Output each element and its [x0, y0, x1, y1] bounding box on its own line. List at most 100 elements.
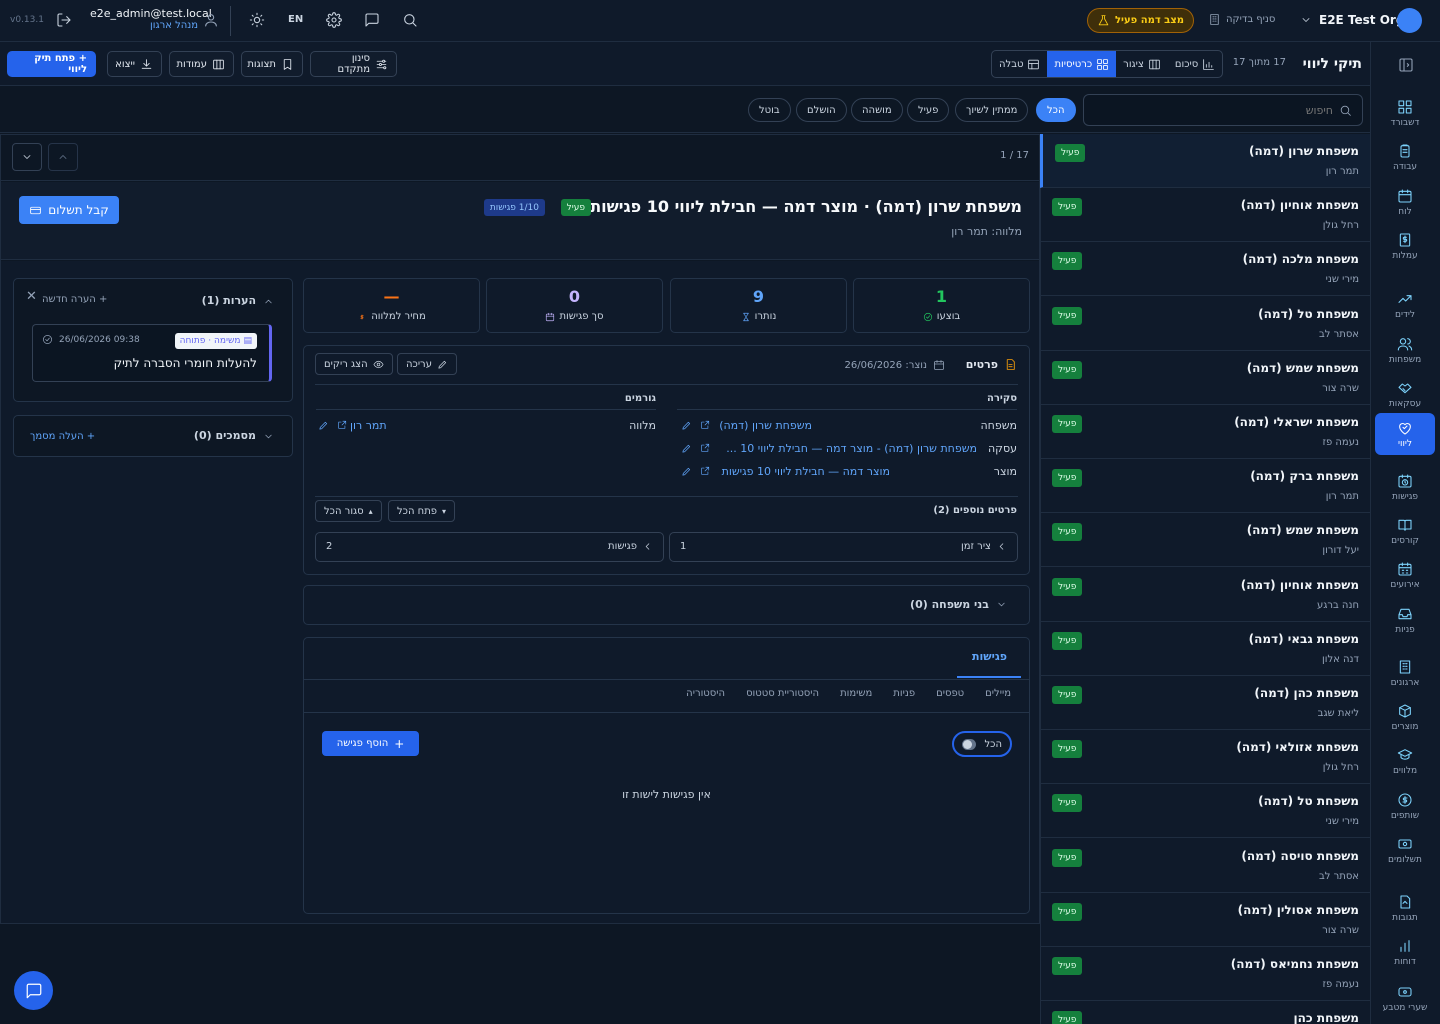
org-name[interactable]: E2E Test Org [1319, 13, 1404, 27]
list-item[interactable]: משפחת אוחיון (דמה) רחל גולן פעיל [1040, 188, 1370, 243]
meetings-subtab[interactable]: מיילים [985, 688, 1011, 699]
meetings-accordion[interactable]: פגישות 2 [315, 532, 664, 562]
meetings-tab-heading[interactable]: פגישות [972, 650, 1007, 663]
sidebar-item-2[interactable]: לוח [1375, 181, 1435, 223]
collapse-sidebar-icon[interactable] [1398, 57, 1414, 73]
sidebar-item-19[interactable]: שערי מטבע [1375, 977, 1435, 1019]
mentor-link[interactable]: תמר רון [350, 419, 387, 432]
sidebar-item-9[interactable]: קורסים [1375, 510, 1435, 552]
meetings-subtab[interactable]: טפסים [936, 688, 964, 699]
filter-pill-completed[interactable]: הושלם [796, 98, 847, 122]
sidebar-item-10[interactable]: אירועים [1375, 554, 1435, 596]
sidebar-item-11[interactable]: פניות [1375, 599, 1435, 641]
sidebar-item-0[interactable]: דשבורד [1375, 92, 1435, 134]
branch-selector[interactable]: סניף בדיקה [1208, 13, 1275, 26]
meetings-subtab[interactable]: משימות [840, 688, 872, 699]
list-item[interactable]: משפחת ברק (דמה) תמר רון פעיל [1040, 459, 1370, 514]
list-item[interactable]: משפחת ישראלי (דמה) נעמה פז פעיל [1040, 405, 1370, 459]
meetings-subtab[interactable]: היסטוריית סטטוס [746, 688, 819, 699]
next-record-button[interactable] [12, 143, 42, 171]
list-item[interactable]: משפחת טל (דמה) אסתר לב פעיל [1040, 297, 1370, 351]
close-icon[interactable]: ✕ [26, 289, 37, 304]
pencil-icon[interactable] [318, 420, 329, 431]
list-item[interactable]: משפחת שמש (דמה) שרה צור פעיל [1040, 351, 1370, 405]
view-tab-board[interactable]: ציגור [1116, 51, 1168, 77]
timeline-accordion[interactable]: ציר זמן 1 [669, 532, 1018, 562]
logout-icon[interactable] [56, 12, 72, 28]
chevron-down-icon[interactable] [263, 431, 274, 442]
advanced-filter-button[interactable]: סינון מתקדם [310, 51, 397, 77]
search-icon[interactable] [402, 12, 418, 28]
list-item[interactable]: משפחת אסולין (דמה) שרה צור פעיל [1040, 893, 1370, 947]
filter-pill-cancelled[interactable]: בוטל [748, 98, 791, 122]
search-input[interactable] [1094, 103, 1333, 117]
list-item[interactable]: משפחת כהן (דמה) ליאת שגב פעיל [1040, 676, 1370, 730]
view-tab-table[interactable]: טבלה [992, 51, 1047, 77]
sidebar-item-15[interactable]: שותפים [1375, 785, 1435, 827]
gear-icon[interactable] [326, 12, 342, 28]
sidebar-item-3[interactable]: עמלות [1375, 225, 1435, 267]
upload-document-button[interactable]: + העלה מסמך [30, 431, 95, 442]
filter-pill-paused[interactable]: מושהה [851, 98, 903, 122]
list-item[interactable]: משפחת אזולאי (דמה) רחל גולן פעיל [1040, 730, 1370, 785]
receive-payment-button[interactable]: קבל תשלום [19, 196, 119, 224]
sidebar-item-12[interactable]: ארגונים [1375, 652, 1435, 694]
export-button[interactable]: ייצוא [107, 51, 162, 77]
list-item[interactable]: משפחת כהן פעיל [1040, 1001, 1370, 1024]
list-item[interactable]: משפחת טל (דמה) מירי שני פעיל [1040, 784, 1370, 839]
external-link-icon[interactable] [700, 443, 710, 453]
pencil-icon[interactable] [681, 466, 692, 477]
demo-mode-badge[interactable]: מצב דמה פעיל [1087, 8, 1195, 33]
sidebar-item-14[interactable]: מלווים [1375, 740, 1435, 782]
collapse-all-button[interactable]: ▴ סגור הכל [315, 500, 382, 522]
pencil-icon[interactable] [681, 443, 692, 454]
expand-all-button[interactable]: ▾ פתח הכל [388, 500, 456, 522]
new-note-button[interactable]: + הערה חדשה [42, 294, 107, 305]
columns-button[interactable]: עמודות [169, 51, 234, 77]
sidebar-item-18[interactable]: דוחות [1375, 931, 1435, 973]
language-toggle[interactable]: EN [288, 14, 303, 25]
list-item[interactable]: משפחת גבאי (דמה) דנה אלון פעיל [1040, 622, 1370, 676]
list-item[interactable]: משפחת נחמיאס (דמה) נעמה פז פעיל [1040, 947, 1370, 1001]
list-item[interactable]: משפחת מלכה (דמה) מירי שני פעיל [1040, 242, 1370, 297]
meetings-subtab[interactable]: פניות [893, 688, 915, 699]
sidebar-item-4[interactable]: לידים [1375, 284, 1435, 326]
sidebar-item-17[interactable]: תגובות [1375, 887, 1435, 929]
list-item[interactable]: משפחת שמש (דמה) יעל דורון פעיל [1040, 513, 1370, 568]
saved-views-button[interactable]: תצוגות [241, 51, 303, 77]
list-item[interactable]: משפחת שרון (דמה) תמר רון פעיל [1040, 134, 1370, 188]
deal-link[interactable]: משפחת שרון (דמה) - מוצר דמה — חבילת ליוו… [726, 442, 977, 455]
sidebar-item-8[interactable]: פגישות [1375, 466, 1435, 508]
note-item[interactable]: ▤ משימה · פתוחה 09:38 26/06/2026 להעלות … [32, 324, 272, 382]
filter-pill-pending[interactable]: ממתין לשיוך [955, 98, 1029, 122]
user-info[interactable]: e2e_admin@test.local מנהל ארגון [90, 7, 212, 31]
org-avatar[interactable] [1397, 8, 1422, 33]
filter-pill-active[interactable]: פעיל [907, 98, 950, 122]
sidebar-item-1[interactable]: עבודה [1375, 136, 1435, 178]
chat-fab[interactable] [14, 971, 53, 1010]
external-link-icon[interactable] [700, 466, 710, 476]
sidebar-item-16[interactable]: תשלומים [1375, 829, 1435, 871]
external-link-icon[interactable] [700, 420, 710, 430]
view-tab-cards[interactable]: כרטיסיות [1047, 51, 1117, 77]
chevron-down-icon[interactable] [1300, 14, 1312, 26]
pencil-icon[interactable] [681, 420, 692, 431]
sidebar-item-6[interactable]: עסקאות [1375, 373, 1435, 415]
view-tab-summary[interactable]: סיכום [1168, 51, 1222, 77]
chat-icon[interactable] [364, 12, 380, 28]
product-link[interactable]: מוצר דמה — חבילת ליווי 10 פגישות [722, 465, 890, 478]
search-box[interactable] [1083, 94, 1363, 126]
show-empty-button[interactable]: הצג ריקים [315, 353, 393, 375]
prev-record-button[interactable] [48, 143, 78, 171]
family-link[interactable]: משפחת שרון (דמה) [719, 419, 812, 432]
filter-pill-all[interactable]: הכל [1036, 98, 1076, 122]
add-meeting-button[interactable]: + הוסף פגישה [322, 731, 419, 756]
external-link-icon[interactable] [337, 420, 347, 430]
list-item[interactable]: משפחת אוחיון (דמה) חנה ברגע פעיל [1040, 568, 1370, 622]
open-case-button[interactable]: + פתח תיק ליווי [7, 51, 96, 77]
meetings-subtab[interactable]: היסטוריה [686, 688, 725, 699]
check-circle-icon[interactable] [42, 334, 53, 345]
sidebar-item-5[interactable]: משפחות [1375, 329, 1435, 371]
family-members-section[interactable]: בני משפחה (0) [303, 585, 1030, 625]
all-toggle[interactable]: הכל [952, 731, 1012, 757]
